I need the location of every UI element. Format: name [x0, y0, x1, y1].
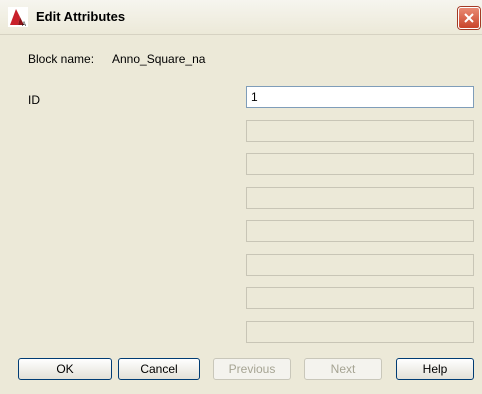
svg-text:A: A [22, 22, 26, 27]
attribute-field-empty [246, 187, 474, 209]
previous-button: Previous [213, 358, 291, 380]
attribute-field-empty [246, 254, 474, 276]
cancel-button[interactable]: Cancel [118, 358, 200, 380]
attribute-field-empty [246, 287, 474, 309]
attribute-field-empty [246, 321, 474, 343]
title-bar: A Edit Attributes [0, 0, 482, 35]
help-button[interactable]: Help [396, 358, 474, 380]
autocad-app-icon: A [8, 7, 28, 27]
attribute-label-id: ID [28, 93, 40, 107]
window-title: Edit Attributes [36, 9, 126, 24]
close-button[interactable] [458, 7, 480, 29]
attribute-field-empty [246, 153, 474, 175]
next-button: Next [304, 358, 382, 380]
ok-button[interactable]: OK [18, 358, 112, 380]
block-name-label: Block name: [28, 52, 95, 66]
attribute-field-empty [246, 220, 474, 242]
block-name-value: Anno_Square_na [112, 52, 206, 66]
attribute-field-empty [246, 120, 474, 142]
close-icon [464, 13, 474, 23]
attribute-field-id[interactable] [246, 86, 474, 108]
